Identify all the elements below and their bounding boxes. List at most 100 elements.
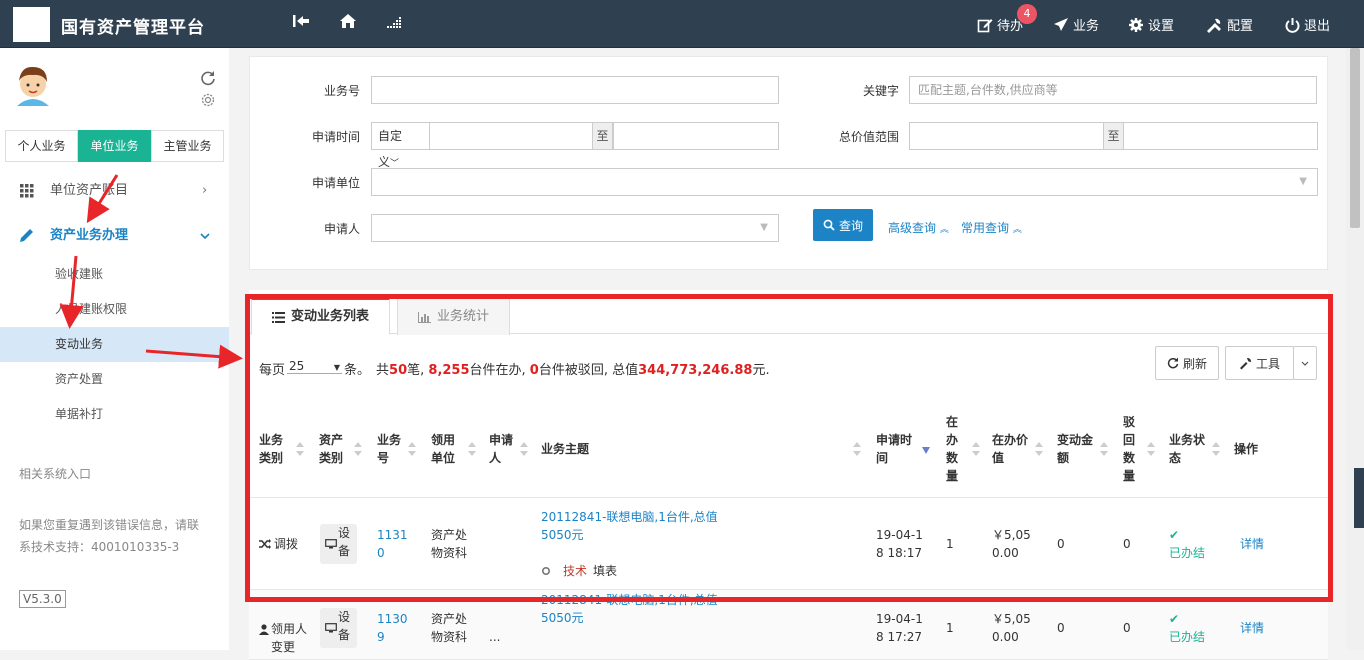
col-unit[interactable]: 领用单位 — [431, 431, 459, 467]
tools-button-label: 工具 — [1255, 356, 1280, 371]
col-biz-no[interactable]: 业务号 — [377, 431, 405, 467]
detail-link[interactable]: 详情 — [1240, 619, 1264, 637]
query-button[interactable]: 查询 — [813, 209, 873, 241]
total-value-max-input[interactable] — [1123, 122, 1318, 150]
related-systems-link[interactable]: 相关系统入口 — [19, 463, 91, 485]
scroll-widget[interactable] — [1354, 468, 1364, 528]
col-value[interactable]: 在办价值 — [992, 431, 1032, 467]
tab-business-statistics[interactable]: 业务统计 — [397, 298, 511, 335]
config-menu[interactable]: 配置 — [1205, 15, 1253, 34]
apply-time-start-input[interactable] — [429, 122, 593, 150]
logout-menu[interactable]: 退出 — [1285, 15, 1330, 34]
summary-prefix: 共 — [376, 363, 390, 378]
unit-text: 资产处物资科 — [431, 612, 468, 644]
col-biz-type[interactable]: 业务类别 — [259, 431, 287, 467]
business-menu[interactable]: 业务 — [1053, 15, 1099, 34]
sort-icon[interactable] — [468, 442, 476, 456]
subject-link[interactable]: 20112841-联想电脑,1台件,总值5050元 — [541, 591, 746, 627]
qty-text: 1 — [946, 621, 954, 635]
apply-time-mode-select[interactable]: 自定义﹀ — [371, 122, 430, 169]
status-text: 已办结 — [1169, 630, 1206, 644]
apply-time-end-input[interactable] — [613, 122, 779, 150]
scrollbar-thumb[interactable] — [1350, 48, 1360, 228]
sort-icon[interactable] — [408, 442, 416, 456]
sort-icon[interactable] — [1035, 442, 1043, 456]
col-qty[interactable]: 在办数量 — [946, 413, 960, 485]
bar-chart-icon — [418, 311, 431, 323]
tab-supervisor-business[interactable]: 主管业务 — [151, 130, 224, 162]
tab-unit-business[interactable]: 单位业务 — [78, 130, 151, 162]
tools-dropdown-toggle[interactable] — [1293, 346, 1317, 380]
table-row[interactable]: 调拨 设备 11310 资产处物资科 20112841-联想电脑,1台件,总值5… — [249, 498, 1328, 590]
sort-icon[interactable] — [354, 442, 362, 456]
value-text: ￥5,050.00 — [992, 528, 1031, 560]
gear-icon — [1129, 17, 1143, 32]
sidebar-subitem-staff-permission[interactable]: 人员建账权限 — [0, 292, 229, 327]
asset-type-text: 设备 — [338, 526, 365, 558]
sidebar-subitem-acceptance[interactable]: 验收建账 — [0, 257, 229, 292]
total-value-min-input[interactable] — [909, 122, 1104, 150]
per-page-value: 25 — [289, 359, 305, 373]
settings-icon[interactable] — [200, 92, 216, 111]
desktop-icon — [325, 622, 337, 632]
todo-count-badge: 4 — [1017, 4, 1037, 24]
refresh-button[interactable]: 刷新 — [1155, 346, 1219, 380]
business-no-input[interactable] — [371, 76, 779, 104]
desktop-icon — [325, 538, 337, 548]
signal-icon[interactable] — [386, 13, 402, 35]
subject-link[interactable]: 20112841-联想电脑,1台件,总值5050元 — [541, 508, 746, 544]
apply-time-text: 19-04-18 17:27 — [876, 612, 923, 644]
help-text-line1: 如果您重复遇到该错误信息，请联 — [19, 518, 200, 532]
todo-menu[interactable]: 待办 — [977, 15, 1023, 34]
col-apply-time[interactable]: 申请时间 — [876, 431, 916, 467]
sort-icon[interactable] — [972, 442, 980, 456]
settings-menu[interactable]: 设置 — [1128, 15, 1174, 34]
check-icon: ✔ — [1169, 612, 1180, 626]
sort-icon[interactable] — [1100, 442, 1108, 456]
per-page-select[interactable]: 25 ▼ — [287, 358, 343, 374]
biz-no-link[interactable]: 11310 — [377, 526, 409, 562]
shuffle-icon — [259, 539, 271, 549]
col-change-amount[interactable]: 变动金额 — [1057, 431, 1097, 467]
sidebar-subitem-reprint[interactable]: 单据补打 — [0, 397, 229, 432]
collapse-sidebar-icon[interactable] — [292, 13, 310, 35]
col-subject[interactable]: 业务主题 — [541, 440, 589, 458]
top-navbar: 国有资产管理平台 待办 4 业务 设置 配置 退出 — [0, 0, 1364, 48]
apply-unit-label: 申请单位 — [312, 176, 361, 190]
page-scrollbar[interactable] — [1346, 48, 1364, 650]
sort-desc-icon[interactable] — [922, 445, 930, 459]
sort-icon[interactable] — [1147, 442, 1155, 456]
biz-no-link[interactable]: 11309 — [377, 610, 409, 646]
refresh-icon[interactable] — [200, 70, 216, 89]
sidebar-subitem-asset-disposal[interactable]: 资产处置 — [0, 362, 229, 397]
col-applicant[interactable]: 申请人 — [489, 431, 517, 467]
applicant-text: ... — [489, 630, 501, 644]
summary-in-progress: 8,255 — [428, 363, 470, 378]
advanced-query-link[interactable]: 高级查询 ︽ — [888, 219, 949, 236]
query-button-label: 查询 — [838, 218, 863, 233]
sort-icon[interactable] — [296, 442, 304, 456]
detail-link[interactable]: 详情 — [1240, 535, 1264, 553]
grid-icon — [20, 184, 34, 198]
keyword-input[interactable]: 匹配主题,台件数,供应商等 — [909, 76, 1317, 104]
avatar[interactable] — [11, 62, 55, 106]
tab-change-business-list[interactable]: 变动业务列表 — [251, 298, 391, 335]
applicant-select[interactable]: ▼ — [371, 214, 779, 242]
sort-icon[interactable] — [853, 442, 861, 456]
tab-personal-business[interactable]: 个人业务 — [5, 130, 78, 162]
apply-unit-select[interactable]: ▼ — [371, 168, 1318, 196]
keyword-label: 关键字 — [863, 84, 900, 98]
col-reject-qty[interactable]: 驳回数量 — [1123, 413, 1137, 485]
sort-icon[interactable] — [1212, 442, 1220, 456]
asset-type-tag: 设备 — [320, 608, 357, 648]
value-text: ￥5,050.00 — [992, 612, 1031, 644]
sidebar-item-unit-asset-accounts[interactable]: 单位资产账目 › — [0, 173, 229, 208]
sidebar-subitem-change-business[interactable]: 变动业务 — [0, 327, 229, 362]
col-asset-type[interactable]: 资产类别 — [319, 431, 347, 467]
sort-icon[interactable] — [520, 442, 528, 456]
sidebar-item-asset-business[interactable]: 资产业务办理 — [0, 218, 229, 253]
common-query-link[interactable]: 常用查询 ︽ — [961, 219, 1022, 236]
home-icon[interactable] — [339, 13, 357, 35]
tools-button[interactable]: 工具 — [1225, 346, 1294, 380]
col-status[interactable]: 业务状态 — [1169, 431, 1209, 467]
